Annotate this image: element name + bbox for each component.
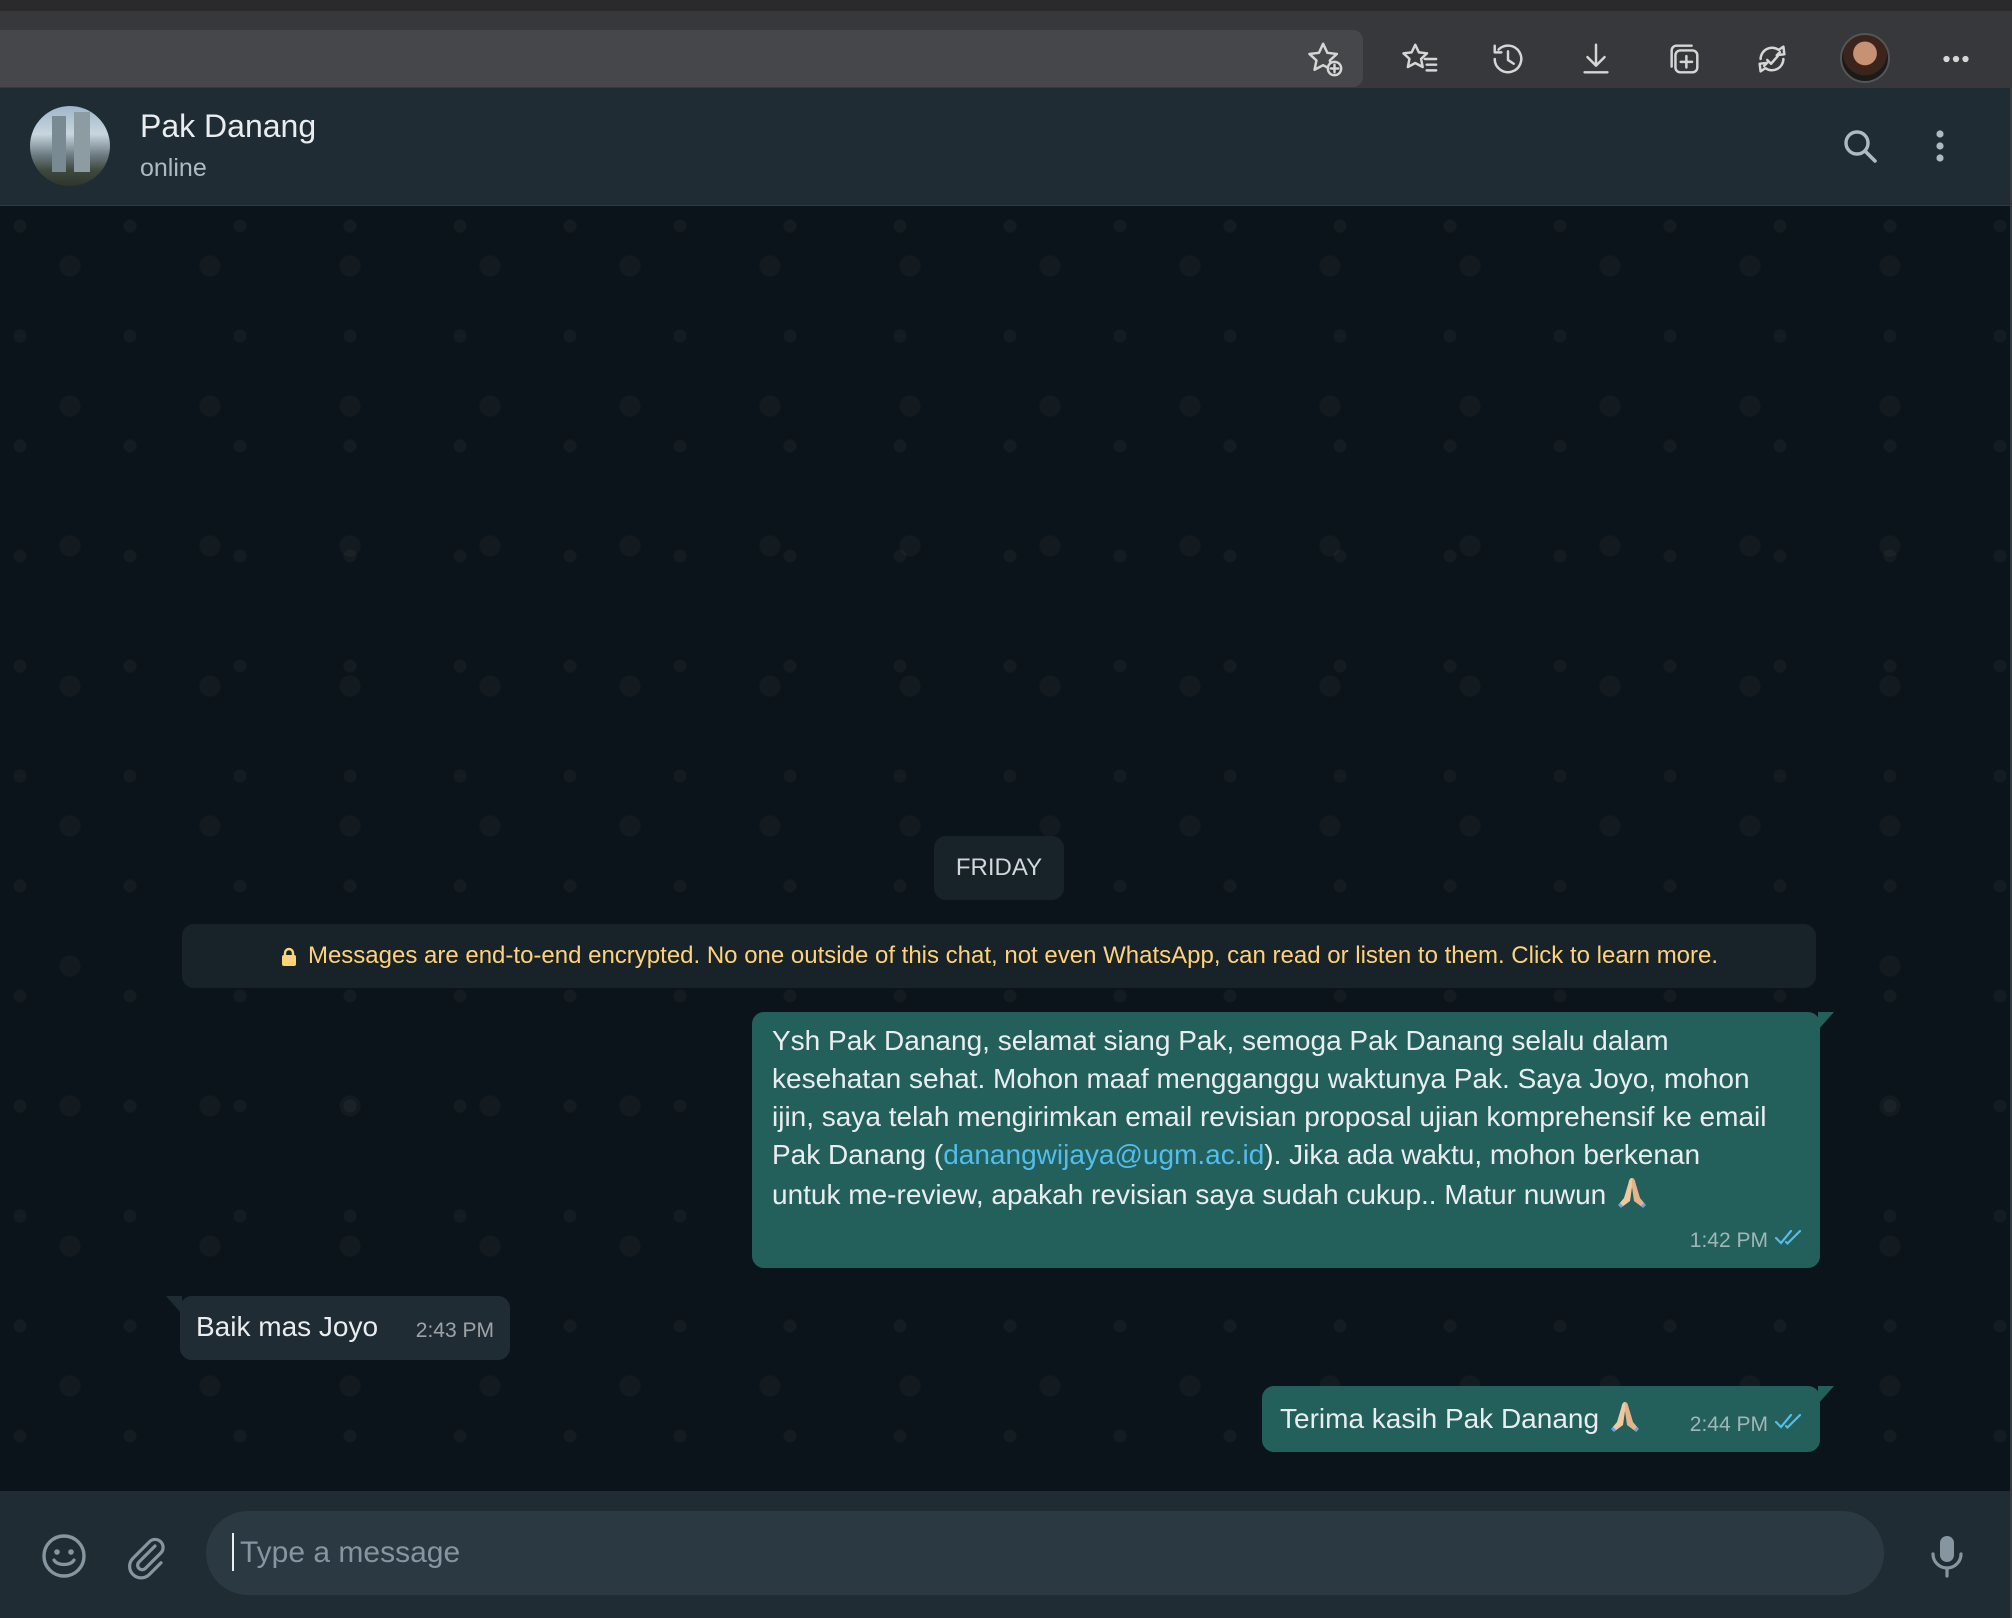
message-text-line: kesehatan sehat. Mohon maaf mengganggu w… — [772, 1063, 1750, 1094]
message-text-line: Ysh Pak Danang, selamat siang Pak, semog… — [772, 1025, 1669, 1056]
read-ticks-icon — [1774, 1406, 1804, 1444]
message-text-line: Terima kasih Pak Danang — [1280, 1398, 1643, 1438]
date-divider: FRIDAY — [934, 836, 1064, 900]
chat-window: Pak Danang online FRIDAY Messages are en… — [0, 88, 2012, 1618]
microphone-icon[interactable] — [1920, 1529, 1974, 1583]
profile-avatar[interactable] — [1840, 33, 1890, 83]
bubble-tail — [1818, 1386, 1834, 1404]
message-text: Baik mas Joyo — [196, 1311, 379, 1342]
encryption-notice-text: Messages are end-to-end encrypted. No on… — [307, 942, 1719, 969]
folded-hands-emoji — [1614, 1174, 1650, 1210]
contact-name[interactable]: Pak Danang — [140, 108, 316, 145]
message-input[interactable] — [206, 1511, 1884, 1595]
message-incoming[interactable]: Baik mas Joyo 2:43 PM — [166, 1296, 510, 1360]
text-caret — [232, 1533, 234, 1571]
message-outgoing[interactable]: Terima kasih Pak Danang 2:44 PM — [1262, 1386, 1834, 1452]
menu-icon[interactable] — [1912, 118, 1968, 174]
history-icon[interactable] — [1478, 29, 1538, 89]
message-meta: 2:44 PM — [1690, 1406, 1804, 1444]
search-icon[interactable] — [1832, 118, 1888, 174]
message-outgoing[interactable]: Ysh Pak Danang, selamat siang Pak, semog… — [752, 1012, 1834, 1268]
message-time: 2:44 PM — [1689, 1413, 1768, 1436]
contact-avatar[interactable] — [30, 106, 110, 186]
message-composer — [0, 1491, 2010, 1618]
attach-icon[interactable] — [118, 1529, 172, 1583]
contact-status: online — [140, 154, 207, 182]
message-text: untuk me-review, apakah revisian saya su… — [772, 1179, 1607, 1210]
bubble-tail — [166, 1296, 182, 1314]
bubble-tail — [1818, 1012, 1834, 1030]
email-link[interactable]: danangwijaya@ugm.ac.id — [943, 1139, 1264, 1170]
message-text-line: untuk me-review, apakah revisian saya su… — [772, 1174, 1812, 1214]
favorites-icon[interactable] — [1390, 29, 1450, 89]
chat-header[interactable]: Pak Danang online — [0, 88, 2010, 206]
browser-essentials-icon[interactable] — [1742, 29, 1802, 89]
message-text-line: ijin, saya telah mengirimkan email revis… — [772, 1101, 1767, 1132]
message-text-line: Pak Danang (danangwijaya@ugm.ac.id). Jik… — [772, 1136, 1812, 1174]
message-text: Terima kasih Pak Danang — [1280, 1403, 1600, 1434]
message-meta: 2:43 PM — [416, 1312, 494, 1350]
more-menu-icon[interactable] — [1926, 29, 1986, 89]
lock-icon — [280, 946, 298, 966]
message-meta: 1:42 PM — [1690, 1222, 1804, 1260]
message-text: Pak Danang ( — [772, 1139, 944, 1170]
message-list[interactable]: FRIDAY Messages are end-to-end encrypted… — [0, 206, 2010, 1491]
downloads-icon[interactable] — [1566, 29, 1626, 89]
message-time: 1:42 PM — [1689, 1229, 1768, 1252]
message-text: ). Jika ada waktu, mohon berkenan — [1264, 1139, 1701, 1170]
collections-icon[interactable] — [1654, 29, 1714, 89]
message-time: 2:43 PM — [415, 1319, 494, 1342]
add-favorite-icon[interactable] — [1295, 29, 1355, 89]
encryption-notice[interactable]: Messages are end-to-end encrypted. No on… — [182, 924, 1816, 988]
emoji-icon[interactable] — [37, 1529, 91, 1583]
address-bar[interactable] — [0, 30, 1363, 87]
read-ticks-icon — [1774, 1222, 1804, 1260]
folded-hands-emoji — [1607, 1398, 1643, 1434]
browser-toolbar — [0, 0, 2012, 88]
